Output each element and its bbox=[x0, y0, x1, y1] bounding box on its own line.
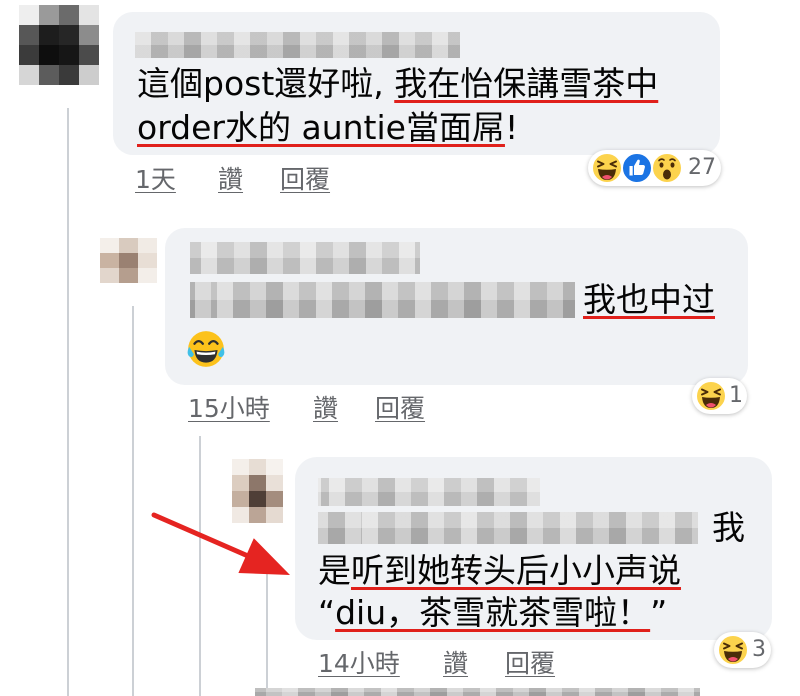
comment-time-link[interactable]: 15小時 bbox=[188, 393, 270, 425]
comment-text-line: 這個post還好啦, 我在怡保講雪茶中 bbox=[137, 62, 658, 106]
comment-bubble: 我也中过 bbox=[165, 228, 748, 385]
reaction-count: 1 bbox=[729, 383, 743, 408]
comment-text: 這個post還好啦, bbox=[137, 64, 395, 103]
highlighted-text: 我在怡保講雪茶中 bbox=[394, 64, 659, 103]
comment-text-blurred bbox=[318, 512, 698, 544]
thread-line bbox=[67, 108, 69, 696]
arrow-shaft bbox=[151, 512, 251, 559]
commenter-name-blurred[interactable] bbox=[190, 242, 420, 274]
open-quote: “ bbox=[318, 593, 336, 632]
comment-thread: 這個post還好啦, 我在怡保講雪茶中 order水的 auntie當面屌! 2… bbox=[0, 0, 800, 696]
haha-icon bbox=[717, 634, 749, 666]
highlighted-text: diu，茶雪就茶雪啦！ bbox=[335, 593, 651, 632]
comment-bubble: 這個post還好啦, 我在怡保講雪茶中 order水的 auntie當面屌! bbox=[113, 12, 720, 155]
tears-of-joy-icon bbox=[185, 328, 227, 370]
reaction-count: 27 bbox=[688, 155, 716, 180]
comment-text-line: “diu，茶雪就茶雪啦！” bbox=[318, 591, 667, 635]
highlighted-text: order水的 auntie當面屌 bbox=[137, 108, 505, 147]
commenter-name-blurred[interactable] bbox=[135, 32, 460, 58]
reply-button[interactable]: 回覆 bbox=[375, 393, 425, 425]
comment-text-line: 我 bbox=[712, 506, 745, 550]
comment-bubble: 我 是听到她转头后小小声说 “diu，茶雪就茶雪啦！” bbox=[295, 457, 772, 640]
reply-button[interactable]: 回覆 bbox=[280, 164, 330, 196]
comment-text-line: 我也中过 bbox=[583, 278, 715, 322]
avatar[interactable] bbox=[19, 5, 99, 85]
haha-icon bbox=[695, 380, 727, 412]
reaction-summary[interactable]: 27 bbox=[588, 150, 721, 186]
comment-text-blurred bbox=[190, 282, 575, 318]
like-icon bbox=[621, 152, 653, 184]
arrow-head bbox=[238, 538, 290, 575]
like-button[interactable]: 讚 bbox=[218, 164, 243, 196]
highlighted-text: 我也中过 bbox=[583, 280, 715, 319]
wow-icon bbox=[651, 152, 683, 184]
comment-text-line: order水的 auntie當面屌! bbox=[137, 106, 518, 150]
next-comment-blurred bbox=[255, 688, 700, 696]
like-button[interactable]: 讚 bbox=[313, 393, 338, 425]
reaction-count: 3 bbox=[752, 637, 766, 662]
comment-text-line: 是听到她转头后小小声说 bbox=[318, 549, 681, 593]
comment-time-link[interactable]: 14小時 bbox=[318, 648, 400, 680]
thread-line bbox=[132, 306, 134, 696]
red-arrow-icon bbox=[151, 512, 290, 575]
highlighted-text: 听到她转头后小小声说 bbox=[351, 551, 681, 590]
avatar[interactable] bbox=[100, 238, 157, 283]
close-quote: ” bbox=[650, 593, 668, 632]
comment-text: 我 bbox=[712, 508, 745, 547]
commenter-name-blurred[interactable] bbox=[318, 478, 540, 506]
haha-icon bbox=[591, 152, 623, 184]
reaction-summary[interactable]: 1 bbox=[692, 378, 747, 414]
reply-button[interactable]: 回覆 bbox=[505, 648, 555, 680]
reaction-summary[interactable]: 3 bbox=[714, 632, 771, 668]
comment-text: 是 bbox=[318, 551, 351, 590]
comment-text: ! bbox=[504, 108, 519, 147]
like-button[interactable]: 讚 bbox=[443, 648, 468, 680]
comment-time-link[interactable]: 1天 bbox=[135, 164, 176, 196]
